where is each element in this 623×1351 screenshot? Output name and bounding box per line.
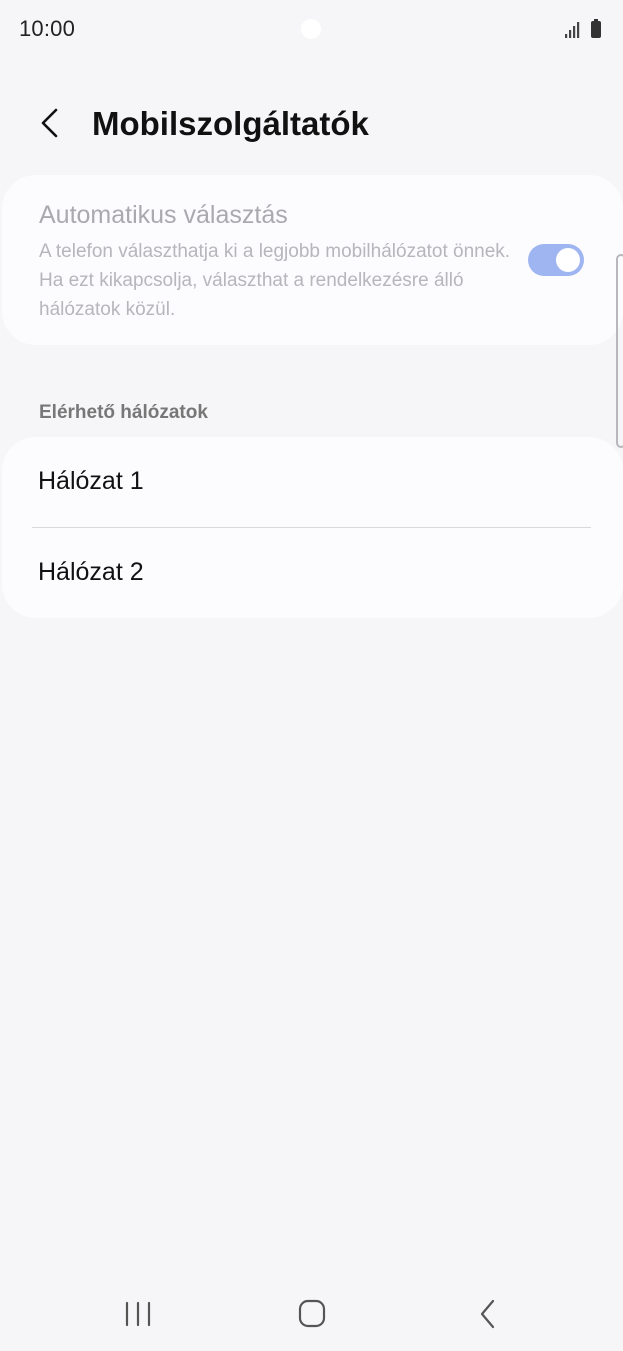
recent-apps-icon — [125, 1301, 151, 1327]
auto-select-toggle[interactable] — [528, 244, 584, 276]
auto-select-card[interactable]: Automatikus választás A telefon választh… — [2, 175, 623, 345]
app-header: Mobilszolgáltatók — [0, 90, 623, 160]
recent-apps-button[interactable] — [113, 1292, 163, 1336]
back-icon — [480, 1299, 495, 1329]
status-icons — [565, 18, 605, 40]
navigation-bar — [0, 1280, 623, 1350]
home-icon — [298, 1299, 326, 1328]
status-bar: 10:00 — [0, 0, 623, 58]
signal-icon — [565, 22, 580, 38]
battery-icon — [591, 19, 601, 38]
home-button[interactable] — [287, 1292, 337, 1336]
available-networks-header: Elérhető hálózatok — [39, 402, 208, 423]
networks-list: Hálózat 1 Hálózat 2 — [2, 437, 623, 618]
page-title: Mobilszolgáltatók — [92, 105, 369, 142]
auto-select-title: Automatikus választás — [39, 201, 288, 229]
back-button[interactable] — [30, 102, 74, 146]
network-label: Hálózat 1 — [38, 467, 144, 495]
toggle-knob — [556, 248, 580, 272]
system-back-button[interactable] — [462, 1292, 512, 1336]
auto-select-description: A telefon választhatja ki a legjobb mobi… — [39, 241, 511, 320]
chevron-left-icon — [41, 108, 58, 138]
front-camera — [301, 19, 321, 39]
status-time: 10:00 — [19, 16, 76, 41]
network-label: Hálózat 2 — [38, 558, 144, 586]
list-item-network-1[interactable]: Hálózat 1 — [2, 437, 623, 527]
list-item-network-2[interactable]: Hálózat 2 — [2, 528, 623, 618]
scrollbar[interactable] — [616, 254, 623, 448]
